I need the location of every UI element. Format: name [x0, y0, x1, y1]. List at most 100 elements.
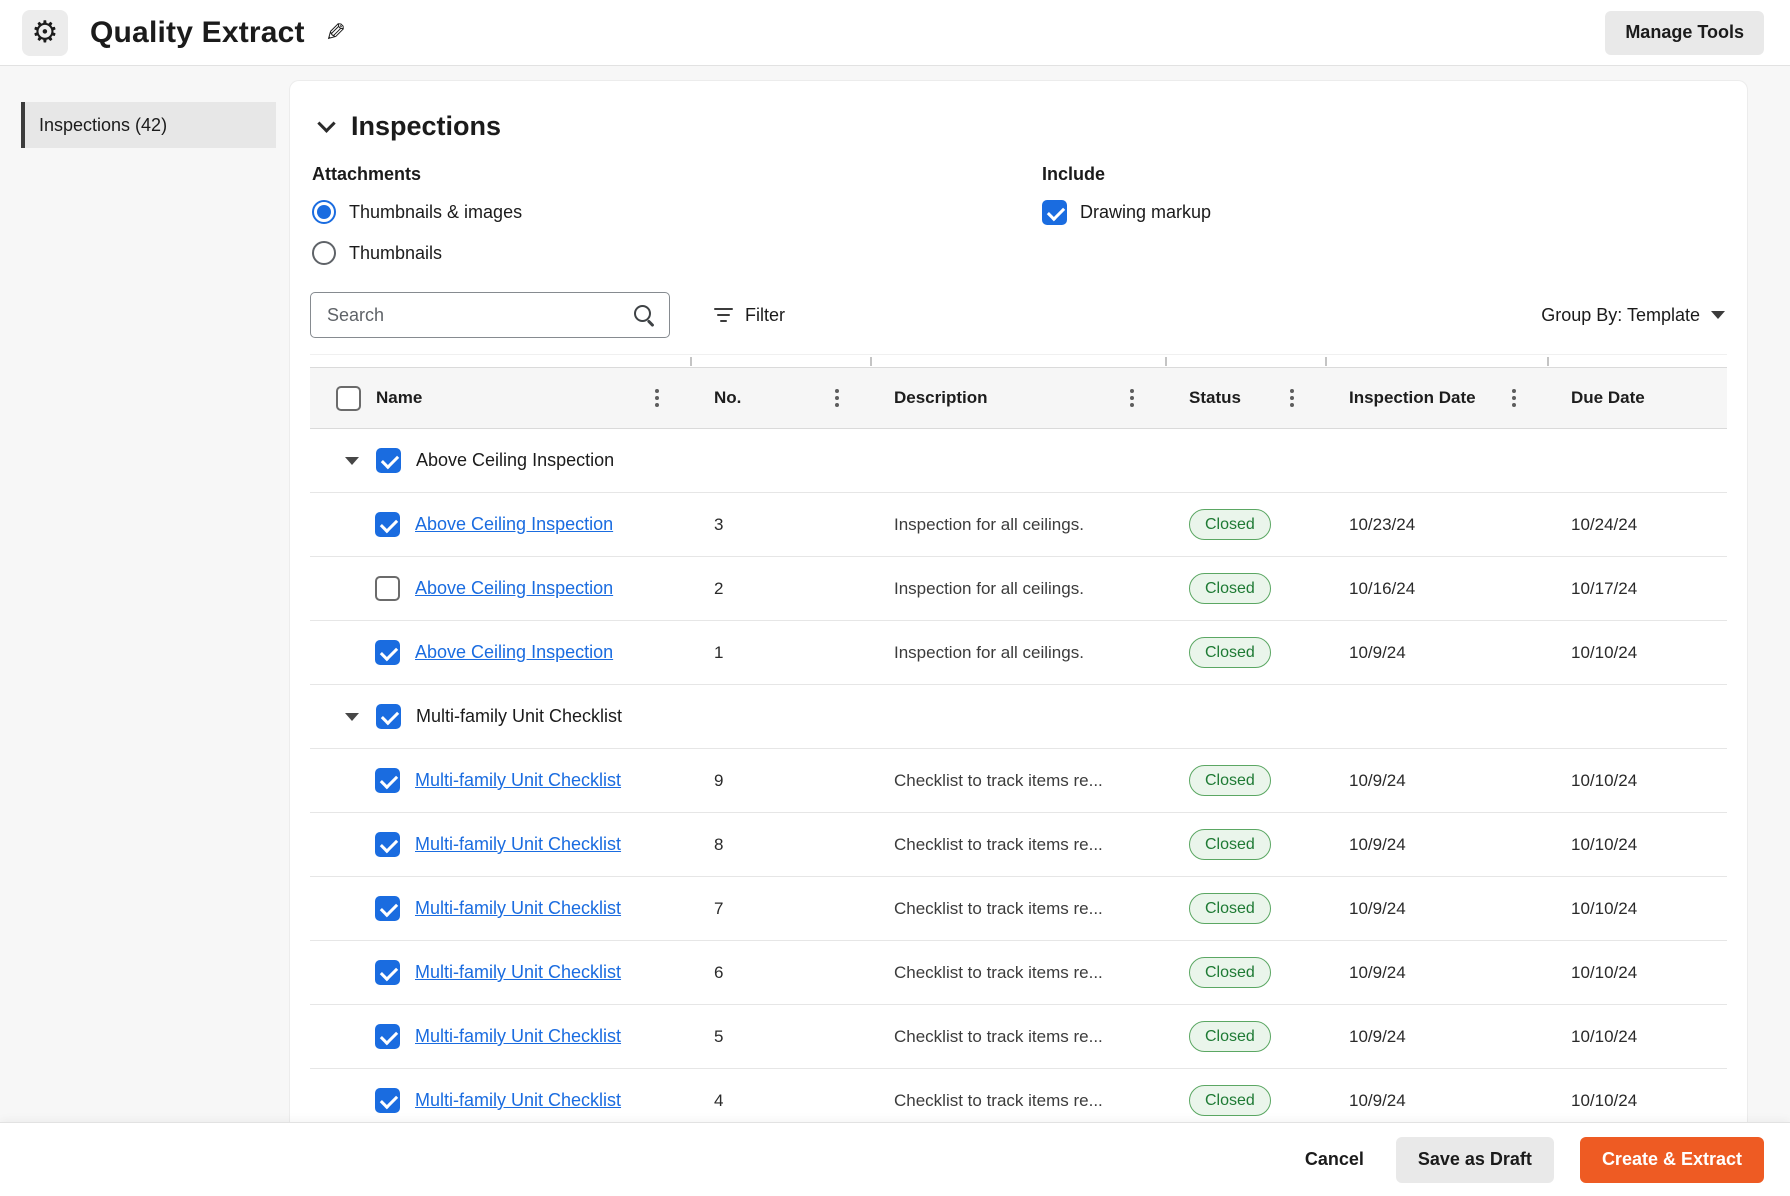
column-header-status: Status — [1165, 386, 1325, 410]
table-row: Multi-family Unit Checklist 9 Checklist … — [310, 749, 1727, 813]
drawing-markup-checkbox[interactable] — [1042, 200, 1067, 225]
checkbox-option-drawing-markup[interactable]: Drawing markup — [1042, 200, 1211, 225]
column-resize-handle[interactable] — [1165, 357, 1167, 366]
row-name-cell: Multi-family Unit Checklist — [310, 1024, 690, 1049]
column-resize-handle[interactable] — [690, 357, 692, 366]
table-toolbar: Filter Group By: Template — [310, 292, 1727, 338]
table-row: Multi-family Unit Checklist 8 Checklist … — [310, 813, 1727, 877]
row-checkbox[interactable] — [375, 1024, 400, 1049]
cell-no: 5 — [690, 1027, 870, 1047]
cell-inspection-date: 10/9/24 — [1325, 771, 1547, 791]
page-body: Inspections (42) Inspections Attachments… — [0, 66, 1790, 1122]
manage-tools-button[interactable]: Manage Tools — [1605, 11, 1764, 55]
cell-inspection-date: 10/9/24 — [1325, 835, 1547, 855]
inspections-table: Name No. Description Status — [310, 367, 1727, 1122]
save-as-draft-button[interactable]: Save as Draft — [1396, 1137, 1554, 1183]
group-checkbox[interactable] — [376, 704, 401, 729]
settings-gear-button[interactable]: ⚙ — [22, 10, 68, 56]
row-checkbox[interactable] — [375, 1088, 400, 1113]
create-extract-button[interactable]: Create & Extract — [1580, 1137, 1764, 1183]
radio-option-thumbnails[interactable]: Thumbnails — [312, 241, 1042, 265]
column-resize-strip — [310, 354, 1727, 367]
row-name-cell: Multi-family Unit Checklist — [310, 832, 690, 857]
row-name-cell: Above Ceiling Inspection — [310, 640, 690, 665]
column-menu-icon[interactable] — [1509, 386, 1519, 410]
inspection-link[interactable]: Above Ceiling Inspection — [415, 578, 613, 599]
include-label: Include — [1042, 164, 1211, 185]
cell-description: Checklist to track items re... — [870, 1027, 1165, 1047]
cancel-button[interactable]: Cancel — [1299, 1137, 1370, 1183]
group-name-cell: Above Ceiling Inspection — [310, 448, 1727, 473]
group-name-cell: Multi-family Unit Checklist — [310, 704, 1727, 729]
sidebar-item-inspections[interactable]: Inspections (42) — [21, 102, 276, 148]
table-body: Above Ceiling Inspection Above Ceiling I… — [310, 429, 1727, 1122]
cell-status: Closed — [1165, 637, 1325, 668]
chevron-down-icon[interactable] — [317, 114, 335, 132]
table-row: Multi-family Unit Checklist 5 Checklist … — [310, 1005, 1727, 1069]
search-box[interactable] — [310, 292, 670, 338]
radio-option-thumbnails-images[interactable]: Thumbnails & images — [312, 200, 1042, 224]
section-title: Inspections — [351, 111, 501, 142]
main-content: Inspections Attachments Thumbnails & ima… — [285, 66, 1790, 1122]
inspection-link[interactable]: Multi-family Unit Checklist — [415, 834, 621, 855]
cell-inspection-date: 10/16/24 — [1325, 579, 1547, 599]
cell-status: Closed — [1165, 765, 1325, 796]
cell-description: Checklist to track items re... — [870, 1091, 1165, 1111]
checkbox-label: Drawing markup — [1080, 202, 1211, 223]
column-menu-icon[interactable] — [832, 386, 842, 410]
column-menu-icon[interactable] — [652, 386, 662, 410]
column-resize-handle[interactable] — [1547, 357, 1549, 366]
row-checkbox[interactable] — [375, 512, 400, 537]
column-header-inspection-date: Inspection Date — [1325, 386, 1547, 410]
row-name-cell: Multi-family Unit Checklist — [310, 768, 690, 793]
filter-button[interactable]: Filter — [708, 304, 791, 327]
cell-due-date: 10/10/24 — [1547, 771, 1727, 791]
cell-no: 7 — [690, 899, 870, 919]
row-checkbox[interactable] — [375, 576, 400, 601]
row-name-cell: Above Ceiling Inspection — [310, 512, 690, 537]
cell-no: 9 — [690, 771, 870, 791]
cell-status: Closed — [1165, 573, 1325, 604]
column-menu-icon[interactable] — [1287, 386, 1297, 410]
page-title: Quality Extract — [90, 16, 305, 50]
edit-title-button[interactable]: ✎ — [321, 14, 350, 51]
cell-no: 1 — [690, 643, 870, 663]
cell-due-date: 10/24/24 — [1547, 515, 1727, 535]
column-header-due-date: Due Date — [1547, 388, 1727, 408]
column-resize-handle[interactable] — [870, 357, 872, 366]
row-checkbox[interactable] — [375, 640, 400, 665]
row-checkbox[interactable] — [375, 960, 400, 985]
inspection-link[interactable]: Above Ceiling Inspection — [415, 514, 613, 535]
inspection-link[interactable]: Above Ceiling Inspection — [415, 642, 613, 663]
inspection-link[interactable]: Multi-family Unit Checklist — [415, 770, 621, 791]
cell-status: Closed — [1165, 1021, 1325, 1052]
inspection-link[interactable]: Multi-family Unit Checklist — [415, 898, 621, 919]
group-collapse-icon[interactable] — [345, 713, 359, 721]
radio-label: Thumbnails & images — [349, 202, 522, 223]
inspection-link[interactable]: Multi-family Unit Checklist — [415, 962, 621, 983]
status-badge: Closed — [1189, 1021, 1271, 1052]
radio-thumbnails[interactable] — [312, 241, 336, 265]
table-header: Name No. Description Status — [310, 367, 1727, 429]
inspection-link[interactable]: Multi-family Unit Checklist — [415, 1026, 621, 1047]
cell-no: 2 — [690, 579, 870, 599]
cell-description: Checklist to track items re... — [870, 771, 1165, 791]
radio-thumbnails-images[interactable] — [312, 200, 336, 224]
search-input[interactable] — [325, 304, 633, 327]
filter-icon — [714, 308, 733, 323]
cell-inspection-date: 10/9/24 — [1325, 643, 1547, 663]
row-checkbox[interactable] — [375, 832, 400, 857]
row-checkbox[interactable] — [375, 768, 400, 793]
inspection-link[interactable]: Multi-family Unit Checklist — [415, 1090, 621, 1111]
row-checkbox[interactable] — [375, 896, 400, 921]
column-resize-handle[interactable] — [1325, 357, 1327, 366]
row-name-cell: Multi-family Unit Checklist — [310, 896, 690, 921]
cell-due-date: 10/10/24 — [1547, 835, 1727, 855]
cell-description: Checklist to track items re... — [870, 835, 1165, 855]
select-all-checkbox[interactable] — [336, 386, 361, 411]
group-checkbox[interactable] — [376, 448, 401, 473]
column-menu-icon[interactable] — [1127, 386, 1137, 410]
group-by-dropdown[interactable]: Group By: Template — [1535, 304, 1727, 327]
cell-inspection-date: 10/9/24 — [1325, 1027, 1547, 1047]
group-collapse-icon[interactable] — [345, 457, 359, 465]
